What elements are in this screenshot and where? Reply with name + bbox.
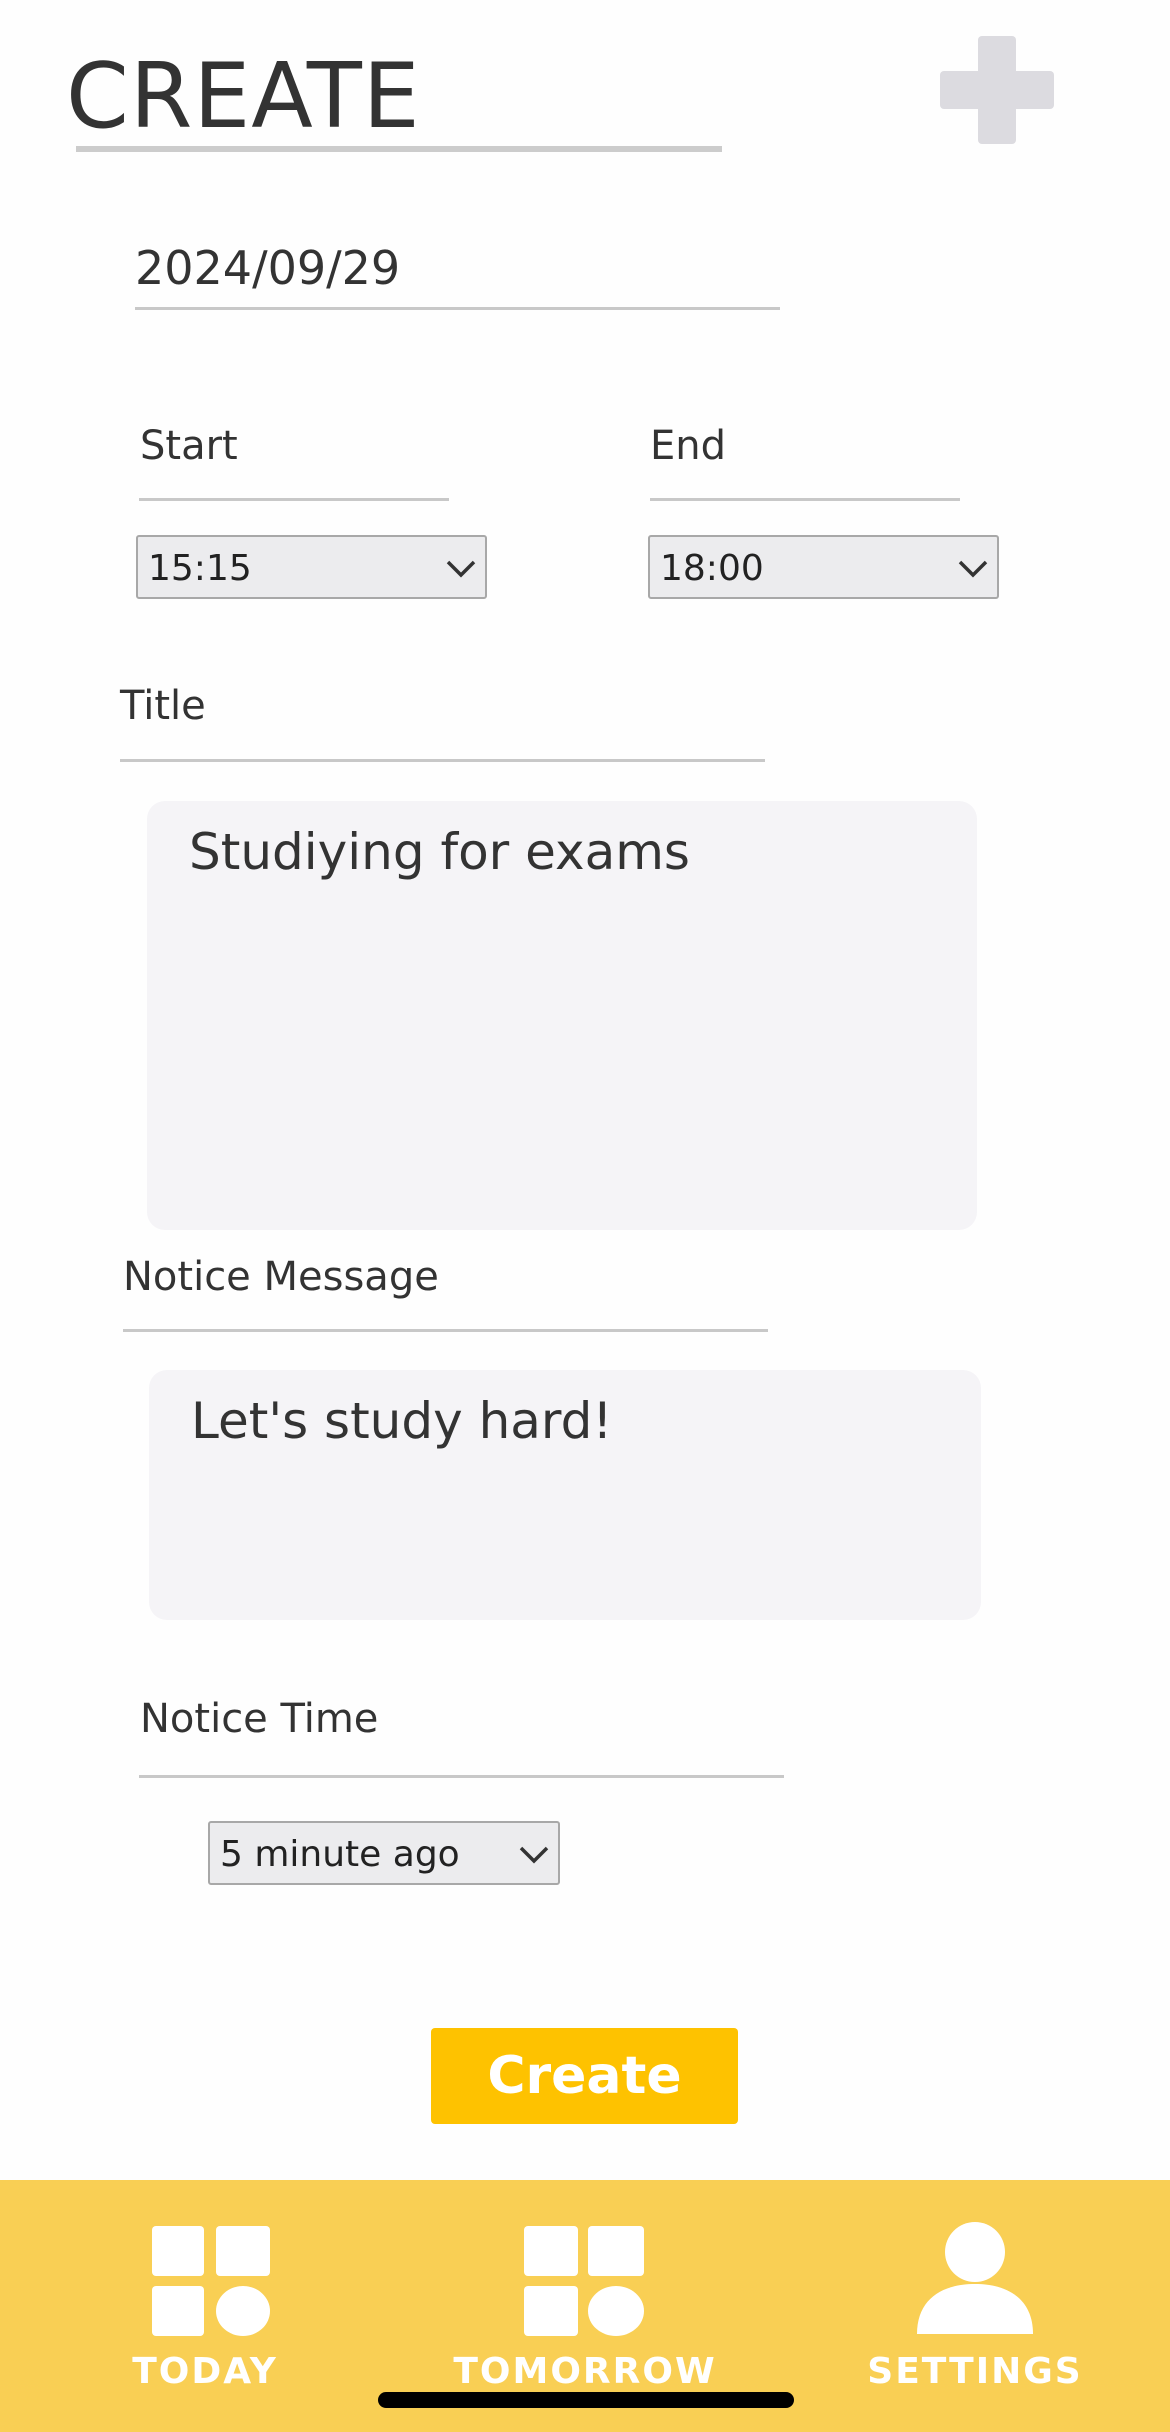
tab-settings-label: SETTINGS xyxy=(867,2351,1083,2392)
date-underline xyxy=(135,307,780,310)
start-time-value: 15:15 xyxy=(148,548,252,589)
grid-icon xyxy=(152,2226,270,2336)
start-label: Start xyxy=(140,423,238,469)
notice-message-text: Let's study hard! xyxy=(191,1392,613,1450)
tab-tomorrow[interactable]: TOMORROW xyxy=(440,2180,730,2410)
notice-time-underline xyxy=(139,1775,784,1778)
grid-icon xyxy=(524,2226,644,2336)
tab-today-label: TODAY xyxy=(132,2351,278,2392)
title-text: Studiying for exams xyxy=(189,823,690,881)
page-title: CREATE xyxy=(66,44,421,149)
title-textarea[interactable]: Studiying for exams xyxy=(147,801,977,1230)
tab-today[interactable]: TODAY xyxy=(100,2180,310,2410)
title-label: Title xyxy=(120,683,206,729)
user-icon xyxy=(917,2222,1033,2334)
start-time-select[interactable]: 15:15 xyxy=(136,535,487,599)
notice-message-underline xyxy=(123,1329,768,1332)
end-label: End xyxy=(650,423,727,469)
plus-icon[interactable] xyxy=(940,36,1054,144)
start-underline xyxy=(139,498,449,501)
create-button[interactable]: Create xyxy=(431,2028,738,2124)
tab-settings[interactable]: SETTINGS xyxy=(860,2180,1090,2410)
chevron-down-icon xyxy=(519,1846,549,1864)
title-underline xyxy=(76,146,722,152)
date-field[interactable]: 2024/09/29 xyxy=(135,240,400,296)
title-underline-field xyxy=(120,759,765,762)
tab-tomorrow-label: TOMORROW xyxy=(453,2351,717,2392)
notice-time-value: 5 minute ago xyxy=(220,1834,460,1875)
chevron-down-icon xyxy=(958,560,988,578)
notice-message-textarea[interactable]: Let's study hard! xyxy=(149,1370,981,1620)
end-time-select[interactable]: 18:00 xyxy=(648,535,999,599)
chevron-down-icon xyxy=(446,560,476,578)
notice-time-select[interactable]: 5 minute ago xyxy=(208,1821,560,1885)
end-underline xyxy=(650,498,960,501)
home-indicator xyxy=(378,2392,794,2408)
notice-message-label: Notice Message xyxy=(123,1254,439,1300)
notice-time-label: Notice Time xyxy=(140,1696,379,1742)
end-time-value: 18:00 xyxy=(660,548,764,589)
